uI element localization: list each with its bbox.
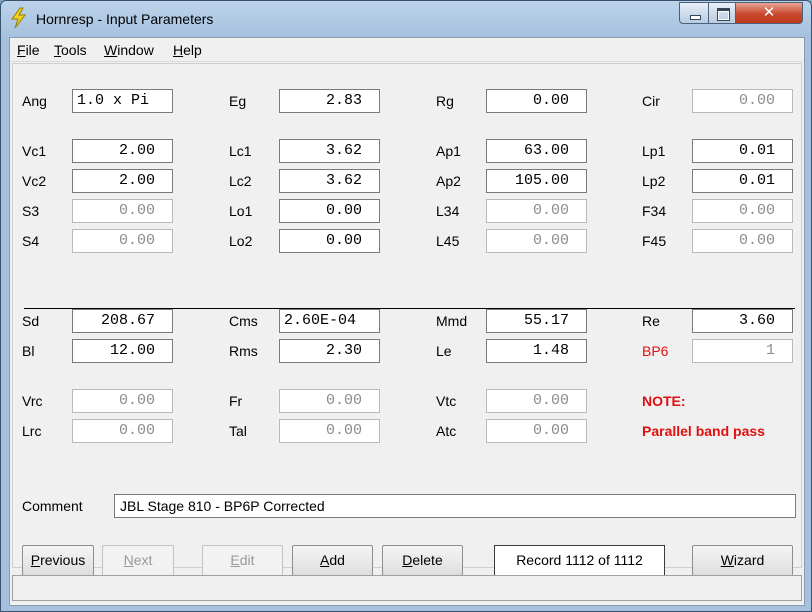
field-fr: 0.00 [279, 389, 380, 413]
label-cms: Cms [229, 313, 258, 329]
maximize-button[interactable] [708, 2, 736, 24]
label-l34: L34 [436, 203, 460, 219]
label-ang: Ang [22, 93, 47, 109]
title-bar[interactable]: Hornresp - Input Parameters ✕ [1, 1, 811, 37]
label-sd: Sd [22, 313, 40, 329]
record-indicator: Record 1112 of 1112 [494, 545, 665, 576]
client-area: File Tools Window Help Ang 1.0 x Pi Eg 2… [9, 37, 805, 606]
field-lo1[interactable]: 0.00 [279, 199, 380, 223]
field-bl[interactable]: 12.00 [72, 339, 173, 363]
menu-window[interactable]: Window [104, 42, 154, 58]
field-vc2[interactable]: 2.00 [72, 169, 173, 193]
field-le[interactable]: 1.48 [486, 339, 587, 363]
app-window: Hornresp - Input Parameters ✕ File Tools… [0, 0, 812, 612]
label-rg: Rg [436, 93, 454, 109]
label-lp1: Lp1 [642, 143, 666, 159]
label-fr: Fr [229, 393, 243, 409]
label-l45: L45 [436, 233, 460, 249]
field-vrc: 0.00 [72, 389, 173, 413]
wizard-button[interactable]: Wizard [692, 545, 793, 576]
field-lc2[interactable]: 3.62 [279, 169, 380, 193]
previous-button[interactable]: Previous [22, 545, 94, 576]
field-s4: 0.00 [72, 229, 173, 253]
menu-bar: File Tools Window Help [10, 38, 804, 62]
field-ap2[interactable]: 105.00 [486, 169, 587, 193]
label-ap2: Ap2 [436, 173, 461, 189]
label-cir: Cir [642, 93, 660, 109]
menu-help[interactable]: Help [173, 42, 202, 58]
close-icon: ✕ [762, 4, 776, 21]
field-f34: 0.00 [692, 199, 793, 223]
menu-tools[interactable]: Tools [54, 42, 87, 58]
label-f34: F34 [642, 203, 667, 219]
field-lo2[interactable]: 0.00 [279, 229, 380, 253]
field-lp2[interactable]: 0.01 [692, 169, 793, 193]
edit-button: Edit [202, 545, 283, 576]
label-tal: Tal [229, 423, 247, 439]
lightning-bolt-icon [11, 7, 27, 29]
minimize-button[interactable] [679, 2, 709, 24]
delete-button[interactable]: Delete [382, 545, 463, 576]
label-vtc: Vtc [436, 393, 457, 409]
label-lo1: Lo1 [229, 203, 253, 219]
label-lrc: Lrc [22, 423, 42, 439]
next-button: Next [102, 545, 174, 576]
note-title: NOTE: [642, 393, 686, 409]
label-lp2: Lp2 [642, 173, 666, 189]
add-button[interactable]: Add [292, 545, 373, 576]
label-bl: Bl [22, 343, 35, 359]
field-cir: 0.00 [692, 89, 793, 113]
close-button[interactable]: ✕ [735, 2, 803, 24]
field-sd[interactable]: 208.67 [72, 309, 173, 333]
note-text: Parallel band pass [642, 423, 765, 439]
field-vtc: 0.00 [486, 389, 587, 413]
field-cms[interactable]: 2.60E-04 [279, 309, 380, 333]
label-lc2: Lc2 [229, 173, 252, 189]
label-lo2: Lo2 [229, 233, 253, 249]
field-lp1[interactable]: 0.01 [692, 139, 793, 163]
label-atc: Atc [436, 423, 457, 439]
field-ap1[interactable]: 63.00 [486, 139, 587, 163]
label-bp6: BP6 [642, 343, 669, 359]
field-lc1[interactable]: 3.62 [279, 139, 380, 163]
field-lrc: 0.00 [72, 419, 173, 443]
field-vc1[interactable]: 2.00 [72, 139, 173, 163]
field-bp6: 1 [692, 339, 793, 363]
label-lc1: Lc1 [229, 143, 252, 159]
label-vc1: Vc1 [22, 143, 47, 159]
field-atc: 0.00 [486, 419, 587, 443]
label-f45: F45 [642, 233, 667, 249]
field-mmd[interactable]: 55.17 [486, 309, 587, 333]
label-le: Le [436, 343, 452, 359]
field-re[interactable]: 3.60 [692, 309, 793, 333]
comment-field[interactable]: JBL Stage 810 - BP6P Corrected [114, 494, 796, 518]
label-re: Re [642, 313, 660, 329]
input-parameters-panel: Ang 1.0 x Pi Eg 2.83 Rg 0.00 Cir 0.00 Vc… [12, 63, 802, 576]
label-mmd: Mmd [436, 313, 468, 329]
label-comment: Comment [22, 498, 83, 514]
field-rms[interactable]: 2.30 [279, 339, 380, 363]
field-l34: 0.00 [486, 199, 587, 223]
field-f45: 0.00 [692, 229, 793, 253]
status-bar [12, 575, 802, 601]
label-vc2: Vc2 [22, 173, 47, 189]
label-rms: Rms [229, 343, 258, 359]
label-ap1: Ap1 [436, 143, 461, 159]
window-title: Hornresp - Input Parameters [36, 11, 214, 27]
label-vrc: Vrc [22, 393, 43, 409]
field-l45: 0.00 [486, 229, 587, 253]
menu-file[interactable]: File [17, 42, 40, 58]
field-ang[interactable]: 1.0 x Pi [72, 89, 173, 113]
label-s4: S4 [22, 233, 40, 249]
field-s3: 0.00 [72, 199, 173, 223]
field-tal: 0.00 [279, 419, 380, 443]
field-eg[interactable]: 2.83 [279, 89, 380, 113]
label-s3: S3 [22, 203, 40, 219]
label-eg: Eg [229, 93, 247, 109]
field-rg[interactable]: 0.00 [486, 89, 587, 113]
